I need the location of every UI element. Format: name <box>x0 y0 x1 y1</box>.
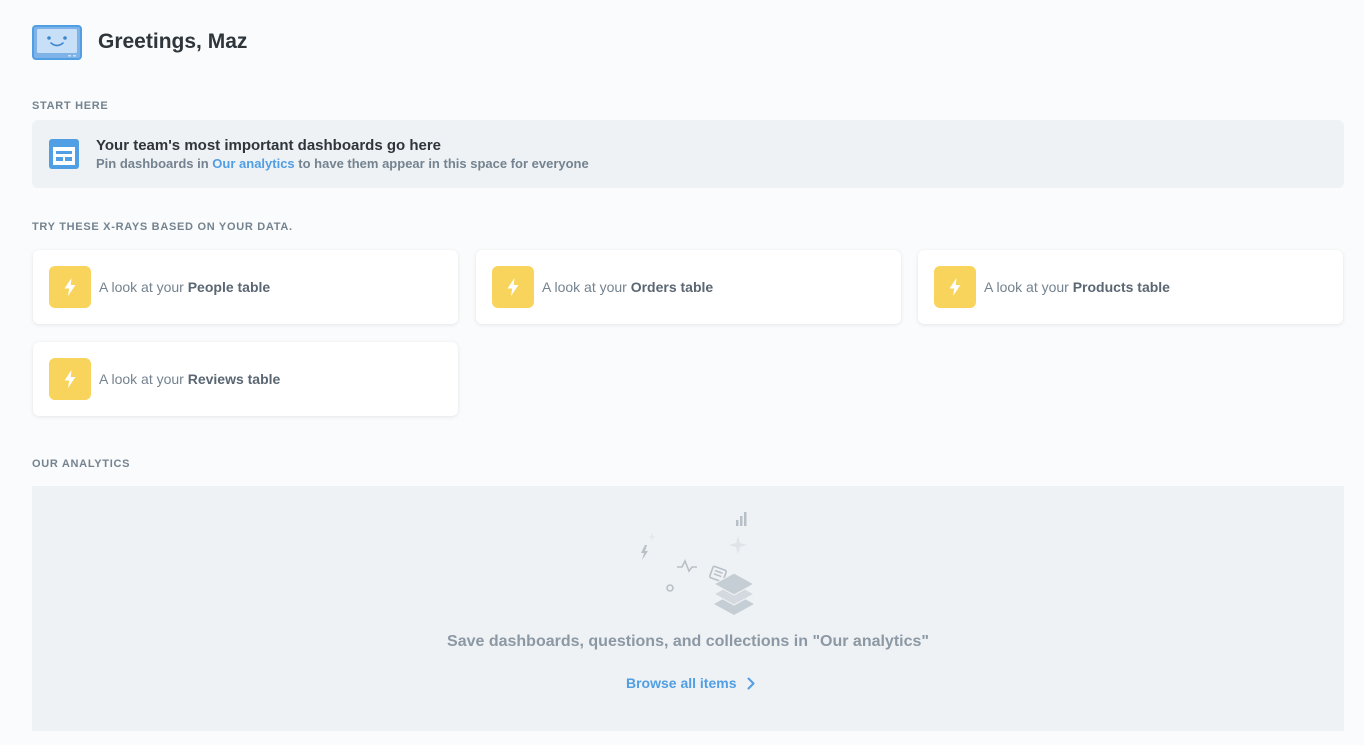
browse-all-items-link[interactable]: Browse all items <box>626 675 755 691</box>
xrays-label: TRY THESE X-RAYS BASED ON YOUR DATA. <box>32 221 293 233</box>
dashboard-icon <box>49 139 79 169</box>
greeting-text: Greetings, Maz <box>98 30 248 53</box>
bolt-icon <box>492 266 534 308</box>
xray-card-orders[interactable]: A look at your Orders table <box>476 250 901 324</box>
xray-prefix: A look at your <box>542 279 631 295</box>
pinned-dashboards-title: Your team's most important dashboards go… <box>96 136 442 154</box>
pinned-dashboards-placeholder: Your team's most important dashboards go… <box>32 120 1344 188</box>
xray-prefix: A look at your <box>984 279 1073 295</box>
xray-table-name: People table <box>187 279 271 295</box>
xray-card-reviews[interactable]: A look at your Reviews table <box>33 342 458 416</box>
xray-label: A look at your Products table <box>984 279 1170 295</box>
xray-label: A look at your Orders table <box>542 279 713 295</box>
xray-prefix: A look at your <box>99 279 188 295</box>
xray-label: A look at your People table <box>99 279 270 295</box>
smiling-screen-icon <box>32 24 82 60</box>
start-here-label: START HERE <box>32 100 109 112</box>
xray-table-name: Orders table <box>630 279 714 295</box>
subtitle-text-after: to have them appear in this space for ev… <box>294 155 589 171</box>
our-analytics-link[interactable]: Our analytics <box>212 156 294 171</box>
greeting-header: Greetings, Maz <box>32 24 247 60</box>
xray-prefix: A look at your <box>99 371 188 387</box>
chevron-right-icon <box>747 677 754 689</box>
browse-all-items-label: Browse all items <box>626 675 737 691</box>
xray-card-products[interactable]: A look at your Products table <box>918 250 1343 324</box>
xray-table-name: Reviews table <box>187 371 281 387</box>
subtitle-text-before: Pin dashboards in <box>96 155 213 171</box>
xray-card-people[interactable]: A look at your People table <box>33 250 458 324</box>
empty-collection-illustration <box>641 512 756 615</box>
xray-label: A look at your Reviews table <box>99 371 280 387</box>
bolt-icon <box>934 266 976 308</box>
empty-state-message: Save dashboards, questions, and collecti… <box>447 633 929 650</box>
bolt-icon <box>49 358 91 400</box>
our-analytics-label: OUR ANALYTICS <box>32 458 131 470</box>
our-analytics-empty-state: Save dashboards, questions, and collecti… <box>32 486 1344 731</box>
pinned-dashboards-subtitle: Pin dashboards in Our analytics to have … <box>96 155 589 172</box>
bolt-icon <box>49 266 91 308</box>
xray-table-name: Products table <box>1072 279 1170 295</box>
